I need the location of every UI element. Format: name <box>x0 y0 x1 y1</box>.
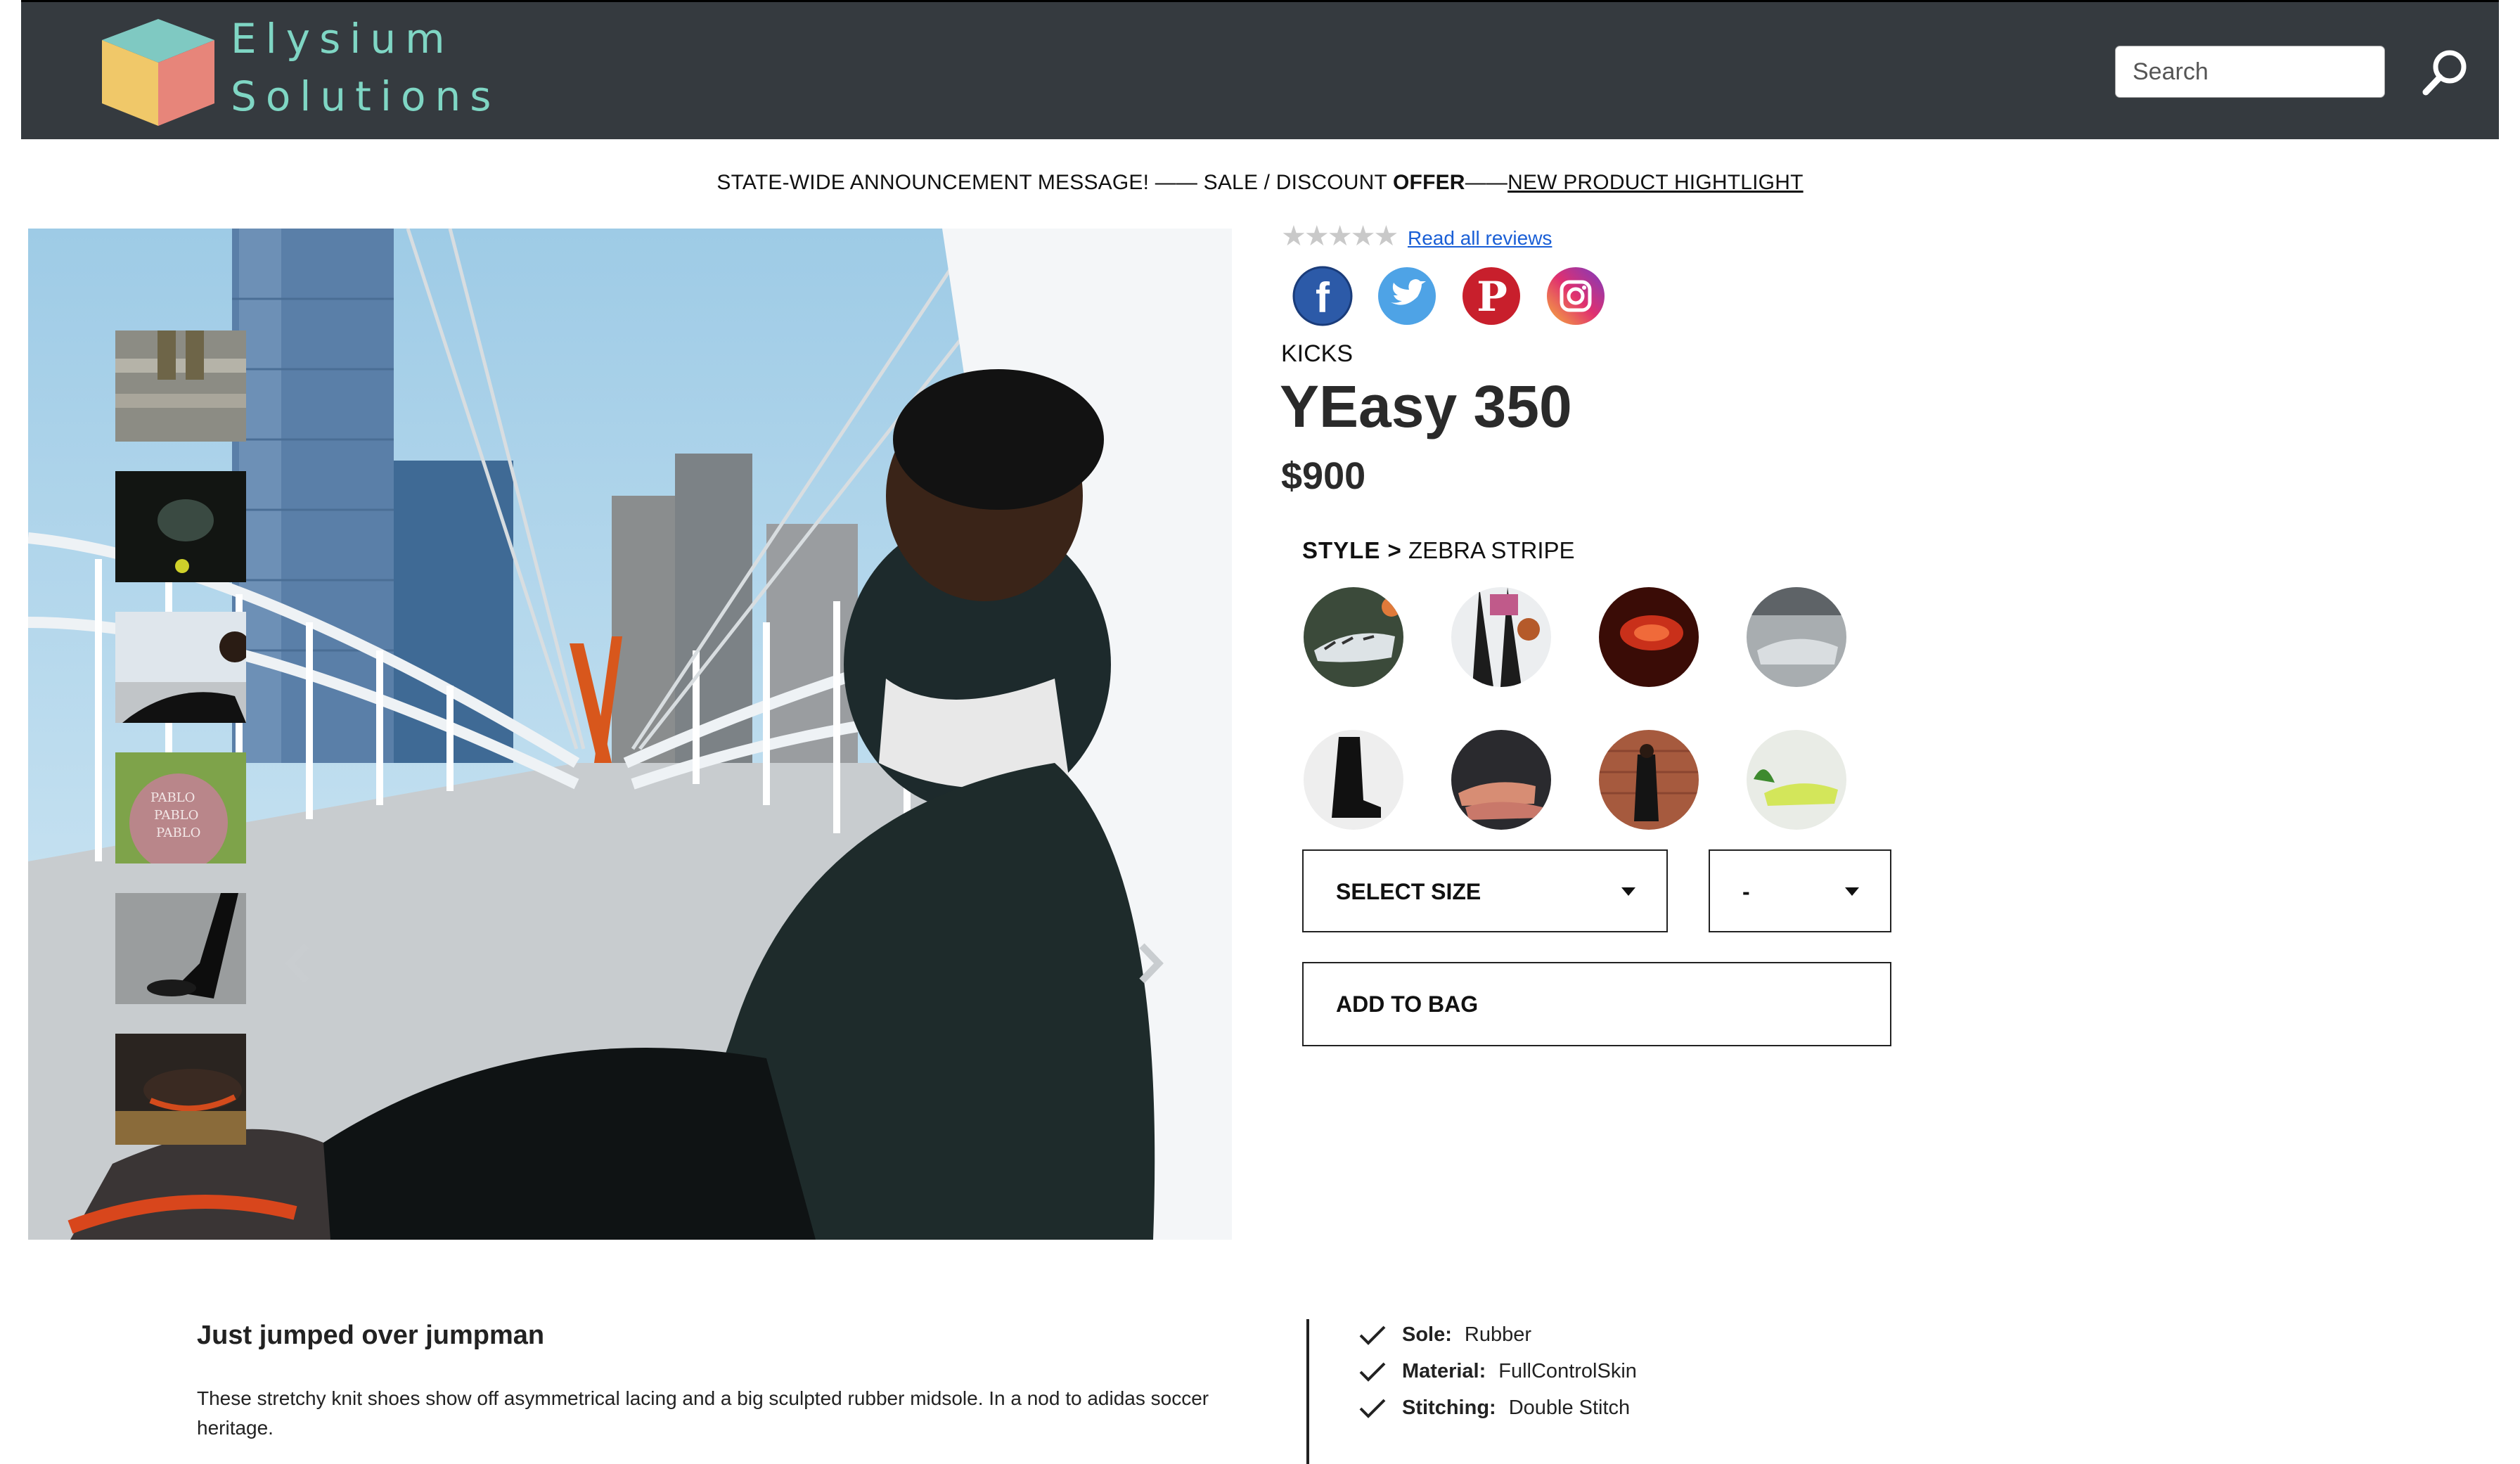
search-input[interactable] <box>2115 46 2385 98</box>
announcement-bar: STATE-WIDE ANNOUNCEMENT MESSAGE! —— SALE… <box>0 171 2520 195</box>
main-product-image: PABLO PABLO PABLO <box>28 229 1232 1240</box>
style-swatch-red-glow[interactable] <box>1599 587 1699 687</box>
chevron-right-icon[interactable] <box>1132 939 1167 988</box>
announcement-text: STATE-WIDE ANNOUNCEMENT MESSAGE! —— SALE… <box>716 171 1394 194</box>
spec-value: FullControlSkin <box>1498 1360 1637 1382</box>
style-swatch-grey-runner[interactable] <box>1747 587 1846 687</box>
size-select[interactable]: SELECT SIZE <box>1302 849 1668 932</box>
description-text: These stretchy knit shoes show off asymm… <box>197 1387 1209 1439</box>
facebook-icon[interactable]: f <box>1292 266 1353 326</box>
brand-name-line1[interactable]: Elysium <box>231 15 454 63</box>
svg-text:PABLO: PABLO <box>154 808 198 823</box>
rating-stars: ★★★★★ <box>1281 221 1399 252</box>
site-header: Elysium Solutions <box>21 0 2499 139</box>
size-select-label: SELECT SIZE <box>1336 879 1481 904</box>
svg-text:P: P <box>1477 273 1508 321</box>
pinterest-icon[interactable]: P <box>1461 266 1522 326</box>
style-swatch-black-boot[interactable] <box>1304 730 1403 830</box>
twitter-icon[interactable] <box>1377 266 1437 326</box>
style-swatch-zebra-stripe[interactable] <box>1304 587 1403 687</box>
product-price: $900 <box>1281 455 1366 497</box>
spec-value: Rubber <box>1464 1323 1532 1346</box>
svg-text:f: f <box>1316 274 1330 321</box>
spec-row: Stitching: Double Stitch <box>1358 1396 1630 1420</box>
spec-row: Sole: Rubber <box>1358 1323 1531 1347</box>
caret-down-icon <box>1845 887 1859 896</box>
gallery-thumbnail[interactable] <box>115 893 246 1004</box>
product-title: YEasy 350 <box>1280 373 1572 439</box>
add-to-bag-button[interactable]: ADD TO BAG <box>1302 962 1891 1046</box>
spec-key: Material: <box>1402 1360 1486 1382</box>
chevron-left-icon[interactable] <box>281 939 316 988</box>
quantity-select-label: - <box>1742 879 1750 904</box>
checkmark-icon <box>1359 1362 1386 1382</box>
svg-text:PABLO: PABLO <box>156 826 200 840</box>
style-swatch-brick-wall[interactable] <box>1599 730 1699 830</box>
brand-name-line2[interactable]: Solutions <box>231 72 501 120</box>
announcement-dash: —— <box>1465 171 1508 194</box>
spec-key: Sole: <box>1402 1323 1452 1346</box>
checkmark-icon <box>1359 1399 1386 1419</box>
spec-value: Double Stitch <box>1508 1396 1631 1419</box>
spec-key: Stitching: <box>1402 1396 1496 1419</box>
section-divider <box>1306 1319 1309 1464</box>
new-product-link[interactable]: NEW PRODUCT HIGHTLIGHT <box>1508 171 1804 194</box>
add-to-bag-label: ADD TO BAG <box>1336 991 1479 1017</box>
style-swatch-dribble[interactable] <box>1451 587 1551 687</box>
gallery-thumbnail[interactable] <box>115 1034 246 1145</box>
style-value: ZEBRA STRIPE <box>1408 537 1575 563</box>
style-swatch-yellow-neon[interactable] <box>1747 730 1846 830</box>
gallery-thumbnail[interactable] <box>115 471 246 582</box>
checkmark-icon <box>1359 1325 1386 1346</box>
gallery-thumbnail[interactable] <box>115 330 246 442</box>
spec-row: Material: FullControlSkin <box>1358 1360 1637 1383</box>
gallery-thumbnail[interactable]: PABLO PABLO PABLO <box>115 752 246 863</box>
logo-cube-icon[interactable] <box>98 16 218 129</box>
instagram-icon[interactable] <box>1545 266 1606 326</box>
style-label-key: STYLE > <box>1302 537 1402 563</box>
svg-text:PABLO: PABLO <box>150 790 195 805</box>
announcement-offer: OFFER <box>1393 171 1465 194</box>
caret-down-icon <box>1621 887 1635 896</box>
search-icon[interactable] <box>2417 44 2474 101</box>
quantity-select[interactable]: - <box>1709 849 1891 932</box>
style-swatch-peach-pair[interactable] <box>1451 730 1551 830</box>
description-title: Just jumped over jumpman <box>197 1321 545 1350</box>
style-label: STYLE > ZEBRA STRIPE <box>1302 537 1575 564</box>
read-all-reviews-link[interactable]: Read all reviews <box>1408 227 1552 250</box>
gallery-thumbnail[interactable] <box>115 612 246 723</box>
product-category: KICKS <box>1281 340 1354 367</box>
